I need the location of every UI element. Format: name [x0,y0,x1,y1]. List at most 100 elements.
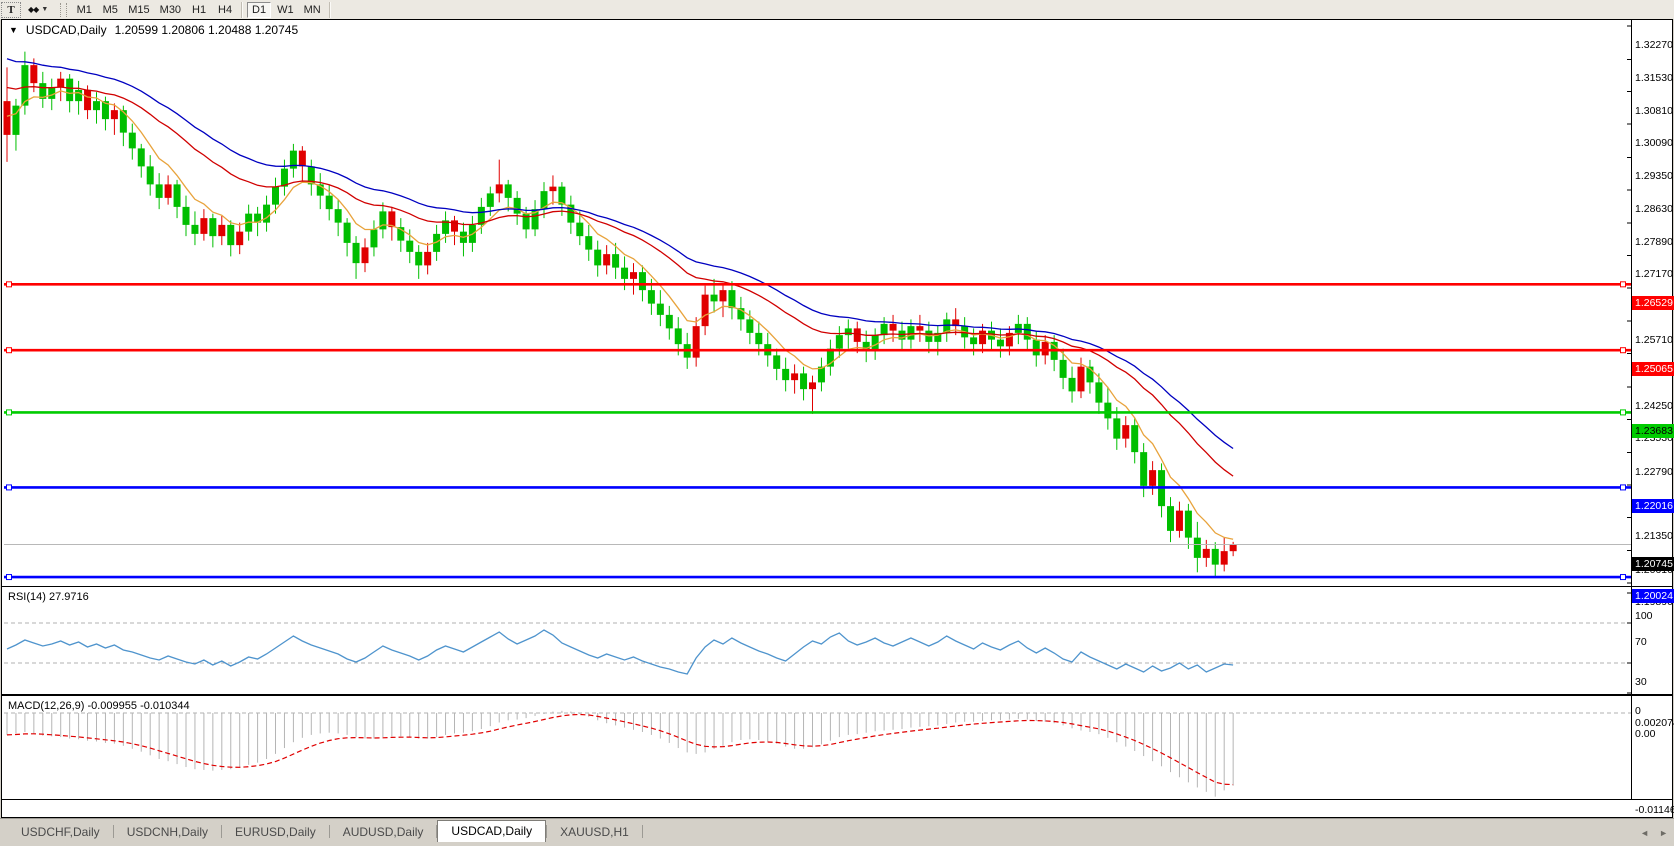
timeframe-button-W1[interactable]: W1 [273,2,298,18]
candle-body [209,218,216,236]
tab-XAUUSD-H1[interactable]: XAUUSD,H1 [547,822,642,843]
macd-bar [1063,713,1064,725]
hline-handle[interactable] [7,485,12,490]
macd-bar [517,713,518,720]
macd-bar [902,713,903,729]
toolbar-grip[interactable] [60,3,67,17]
macd-bar [338,713,339,733]
macd-bar [687,713,688,752]
macd-bar [884,713,885,731]
candle-body [344,223,351,243]
candle-body [200,218,207,234]
candle-body [514,198,521,214]
timeframe-button-M5[interactable]: M5 [98,2,122,18]
candle-body [782,369,789,380]
macd-bar [893,713,894,730]
window-border [2,20,1673,818]
hline-handle[interactable] [7,410,12,415]
timeframe-button-D1[interactable]: D1 [247,2,271,18]
candle-body [138,148,145,166]
candle-body [890,324,897,331]
text-tool-button[interactable]: T [1,2,21,18]
macd-bar [928,713,929,726]
macd-bar [848,713,849,735]
macd-bar [794,713,795,749]
tab-USDCAD-Daily[interactable]: USDCAD,Daily [437,820,546,844]
tab-scroll-left-button[interactable]: ◄ [1640,828,1649,838]
tab-USDCNH-Daily[interactable]: USDCNH,Daily [114,822,221,843]
hline-handle[interactable] [1621,348,1626,353]
timeframe-button-M15[interactable]: M15 [124,2,153,18]
macd-bar [919,713,920,727]
candle-body [75,90,82,101]
macd-bar [123,713,124,746]
candle-body [370,229,377,247]
macd-bar [866,713,867,733]
hline-handle[interactable] [1621,410,1626,415]
tab-AUDUSD-Daily[interactable]: AUDUSD,Daily [330,822,437,843]
macd-bar [570,712,571,713]
hline-handle[interactable] [1621,485,1626,490]
status-strip [0,842,1674,846]
macd-bar [535,713,536,716]
macd-bar [633,713,634,730]
macd-bar [1170,713,1171,772]
candle-body [1203,549,1210,558]
objects-dropdown-button[interactable]: ◆◆ ▼ [23,2,53,18]
candle-body [997,340,1004,347]
macd-bar [1188,713,1189,782]
hline-handle[interactable] [7,348,12,353]
macd-bar [615,713,616,725]
price-line-label: 1.25065 [1632,362,1674,376]
macd-bar [239,713,240,768]
macd-bar [1134,713,1135,751]
macd-bar [678,713,679,748]
toolbar-separator [329,2,331,18]
timeframe-button-M30[interactable]: M30 [156,2,185,18]
candle-body [93,101,100,110]
macd-bar [749,713,750,739]
macd-bar [714,713,715,749]
candle-body [916,326,923,331]
candle-body [1194,538,1201,558]
timeframe-button-MN[interactable]: MN [300,2,325,18]
hline-handle[interactable] [7,282,12,287]
tab-USDCHF-Daily[interactable]: USDCHF,Daily [8,822,113,843]
macd-panel-border [2,696,1673,800]
candle-body [720,290,727,301]
y-axis-tick-label: 1.31530 [1635,72,1674,85]
hline-handle[interactable] [1621,282,1626,287]
candle-body [406,241,413,252]
hline-handle[interactable] [7,575,12,580]
timeframe-button-M1[interactable]: M1 [72,2,96,18]
y-axis-tick-label: 1.29350 [1635,170,1674,183]
price-line-label: 1.23683 [1632,424,1674,438]
macd-bar [382,713,383,737]
macd-bar [1107,713,1108,738]
tabs-holder: USDCHF,DailyUSDCNH,DailyEURUSD,DailyAUDU… [8,819,643,843]
tab-scroll-right-button[interactable]: ► [1659,828,1668,838]
macd-axis-label: 0.00 [1635,728,1674,741]
chart-canvas[interactable] [1,19,1673,818]
candle-body [773,355,780,369]
macd-bar [499,713,500,722]
tab-EURUSD-Daily[interactable]: EURUSD,Daily [222,822,329,843]
macd-bar [42,713,43,736]
timeframe-button-H1[interactable]: H1 [187,2,211,18]
hline-handle[interactable] [1621,575,1626,580]
timeframe-button-H4[interactable]: H4 [213,2,237,18]
timeframe-button-group: M1M5M15M30H1H4 D1W1MN [71,2,333,18]
macd-bar [221,713,222,770]
macd-bar [839,713,840,737]
candle-body [66,79,73,102]
candle-body [800,373,807,389]
macd-bar [875,713,876,731]
macd-bar [96,713,97,741]
current-price-label: 1.20745 [1632,557,1674,571]
macd-bar [51,713,52,736]
candle-body [353,243,360,263]
macd-bar [1215,713,1216,797]
macd-bar [427,713,428,739]
candle-body [755,333,762,344]
symbol-collapse-icon[interactable]: ▼ [9,25,18,35]
